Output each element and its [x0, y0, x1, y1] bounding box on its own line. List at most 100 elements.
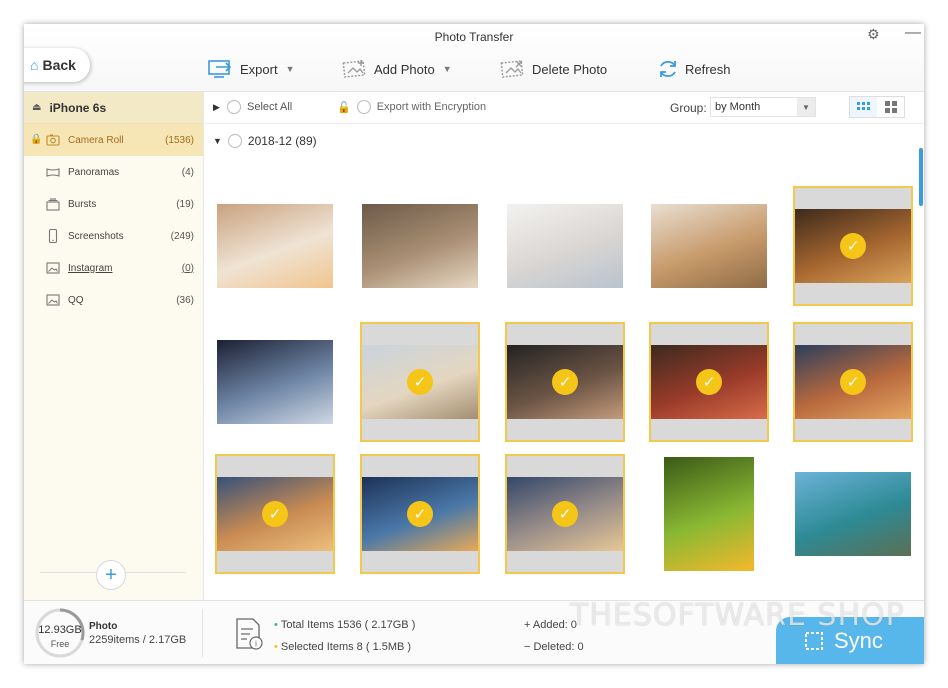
back-button[interactable]: ⌂ Back: [24, 48, 90, 82]
added-text: Added: 0: [532, 619, 577, 631]
scrollbar[interactable]: [919, 148, 923, 206]
photo-thumbnail[interactable]: ✓: [793, 322, 913, 442]
sync-button[interactable]: Sync: [776, 617, 924, 664]
photo-thumbnail[interactable]: ✓: [360, 454, 480, 574]
photo-image: [217, 340, 333, 424]
refresh-button[interactable]: Refresh: [657, 58, 731, 80]
selected-items: • Selected Items 8 ( 1.5MB ): [274, 641, 411, 653]
photo-thumbnail[interactable]: ✓: [215, 454, 335, 574]
sidebar-item-label: Screenshots: [68, 230, 124, 242]
photo-thumbnail[interactable]: ✓: [505, 454, 625, 574]
checkmark-icon: ✓: [840, 369, 866, 395]
total-items-text: Total Items 1536 ( 2.17GB ): [280, 619, 416, 631]
photo-image: [664, 457, 754, 571]
photo-thumbnail[interactable]: ✓: [360, 322, 480, 442]
sidebar-item-count: (1536): [165, 134, 194, 146]
photo-image: [217, 204, 333, 288]
checkmark-icon: ✓: [407, 369, 433, 395]
status-bar: 12.93GB Free Photo 2259items / 2.17GB i …: [24, 600, 924, 664]
photo-thumbnail[interactable]: ✓: [793, 186, 913, 306]
checkmark-icon: ✓: [696, 369, 722, 395]
photo-thumbnail[interactable]: [215, 186, 335, 306]
sidebar-item-count: (249): [170, 230, 194, 242]
sidebar-item-label: Instagram: [68, 262, 113, 274]
sidebar-item-instagram[interactable]: Instagram (0): [24, 252, 203, 284]
sidebar-item-qq[interactable]: QQ (36): [24, 284, 203, 316]
checkmark-icon: ✓: [552, 369, 578, 395]
sidebar-item-bursts[interactable]: Bursts (19): [24, 188, 203, 220]
photo-thumbnail[interactable]: [215, 322, 335, 442]
lock-icon: 🔒: [30, 134, 43, 145]
photo-image: [507, 204, 623, 288]
divider: [202, 609, 203, 657]
sidebar-item-label: Bursts: [68, 198, 97, 210]
sidebar: ⏏ iPhone 6s 🔒 Camera Roll (1536) Panoram…: [24, 92, 204, 600]
selected-items-text: Selected Items 8 ( 1.5MB ): [280, 641, 412, 653]
photo-thumbnail[interactable]: ✓: [505, 322, 625, 442]
photo-thumbnail[interactable]: [649, 454, 769, 574]
sidebar-item-screenshots[interactable]: Screenshots (249): [24, 220, 203, 252]
sidebar-item-count: (4): [181, 166, 194, 178]
checkmark-icon: ✓: [262, 501, 288, 527]
chevron-down-icon: ▼: [442, 64, 452, 74]
sync-icon: [805, 632, 823, 650]
bursts-icon: [46, 198, 60, 211]
plus-icon: +: [524, 619, 533, 631]
svg-text:i: i: [255, 640, 257, 649]
media-summary: 2259items / 2.17GB: [89, 634, 187, 646]
chevron-down-icon: ▼: [285, 64, 295, 74]
photo-thumbnail[interactable]: [649, 186, 769, 306]
sidebar-item-label: Camera Roll: [68, 134, 124, 146]
delete-photo-label: Delete Photo: [532, 61, 608, 77]
photo-grid: ✓ ✓ ✓ ✓ ✓ ✓ ✓ ✓: [205, 92, 915, 664]
photo-thumbnail[interactable]: [360, 186, 480, 306]
storage-indicator: 12.93GB Free: [34, 607, 86, 659]
checkmark-icon: ✓: [840, 233, 866, 259]
camera-icon: [46, 134, 60, 146]
export-button[interactable]: Export ▼: [208, 58, 295, 80]
sidebar-item-count: (36): [176, 294, 194, 306]
sidebar-item-count: (19): [176, 198, 194, 210]
app-window: Photo Transfer ⚙ — ⌂ Back Export ▼ Add P…: [24, 24, 924, 664]
phone-icon: [48, 229, 58, 243]
delete-photo-button[interactable]: Delete Photo: [500, 58, 607, 80]
photo-image: [362, 204, 478, 288]
device-name: iPhone 6s: [49, 100, 107, 115]
sidebar-item-count: (0): [181, 262, 194, 274]
title-bar: Photo Transfer ⚙ — ⌂ Back Export ▼ Add P…: [24, 24, 924, 92]
added-count: + Added: 0: [524, 619, 577, 631]
add-photo-button[interactable]: Add Photo ▼: [342, 58, 452, 80]
window-title: Photo Transfer: [434, 30, 514, 44]
eject-icon: ⏏: [32, 102, 42, 113]
deleted-count: − Deleted: 0: [524, 641, 584, 653]
photo-image: [651, 204, 767, 288]
checkmark-icon: ✓: [407, 501, 433, 527]
sync-label: Sync: [834, 628, 883, 653]
refresh-icon: [660, 60, 676, 78]
device-header[interactable]: ⏏ iPhone 6s: [24, 92, 203, 124]
sidebar-item-camera-roll[interactable]: 🔒 Camera Roll (1536): [24, 124, 203, 156]
photo-thumbnail[interactable]: [505, 186, 625, 306]
panorama-icon: [46, 168, 60, 177]
back-label: Back: [42, 57, 76, 73]
photo-thumbnail[interactable]: ✓: [649, 322, 769, 442]
bullet-icon: •: [274, 619, 278, 631]
sidebar-item-label: QQ: [68, 294, 84, 306]
sidebar-item-panoramas[interactable]: Panoramas (4): [24, 156, 203, 188]
bullet-icon: •: [274, 641, 278, 653]
storage-free-label: Free: [50, 639, 70, 649]
deleted-text: Deleted: 0: [533, 641, 584, 653]
plus-icon: +: [105, 563, 117, 586]
image-icon: [46, 294, 60, 306]
sidebar-item-label: Panoramas: [68, 166, 120, 178]
photo-image: [795, 472, 911, 556]
add-photo-label: Add Photo: [374, 61, 435, 77]
add-album-button[interactable]: +: [96, 560, 126, 590]
photo-thumbnail[interactable]: [793, 454, 913, 574]
minimize-button[interactable]: —: [905, 24, 921, 42]
export-icon: [208, 60, 232, 78]
media-type: Photo: [89, 621, 118, 632]
photo-content: ▶ Select All 🔓 Export with Encryption Gr…: [205, 92, 924, 664]
settings-icon[interactable]: ⚙: [867, 26, 880, 43]
export-label: Export: [240, 61, 278, 77]
